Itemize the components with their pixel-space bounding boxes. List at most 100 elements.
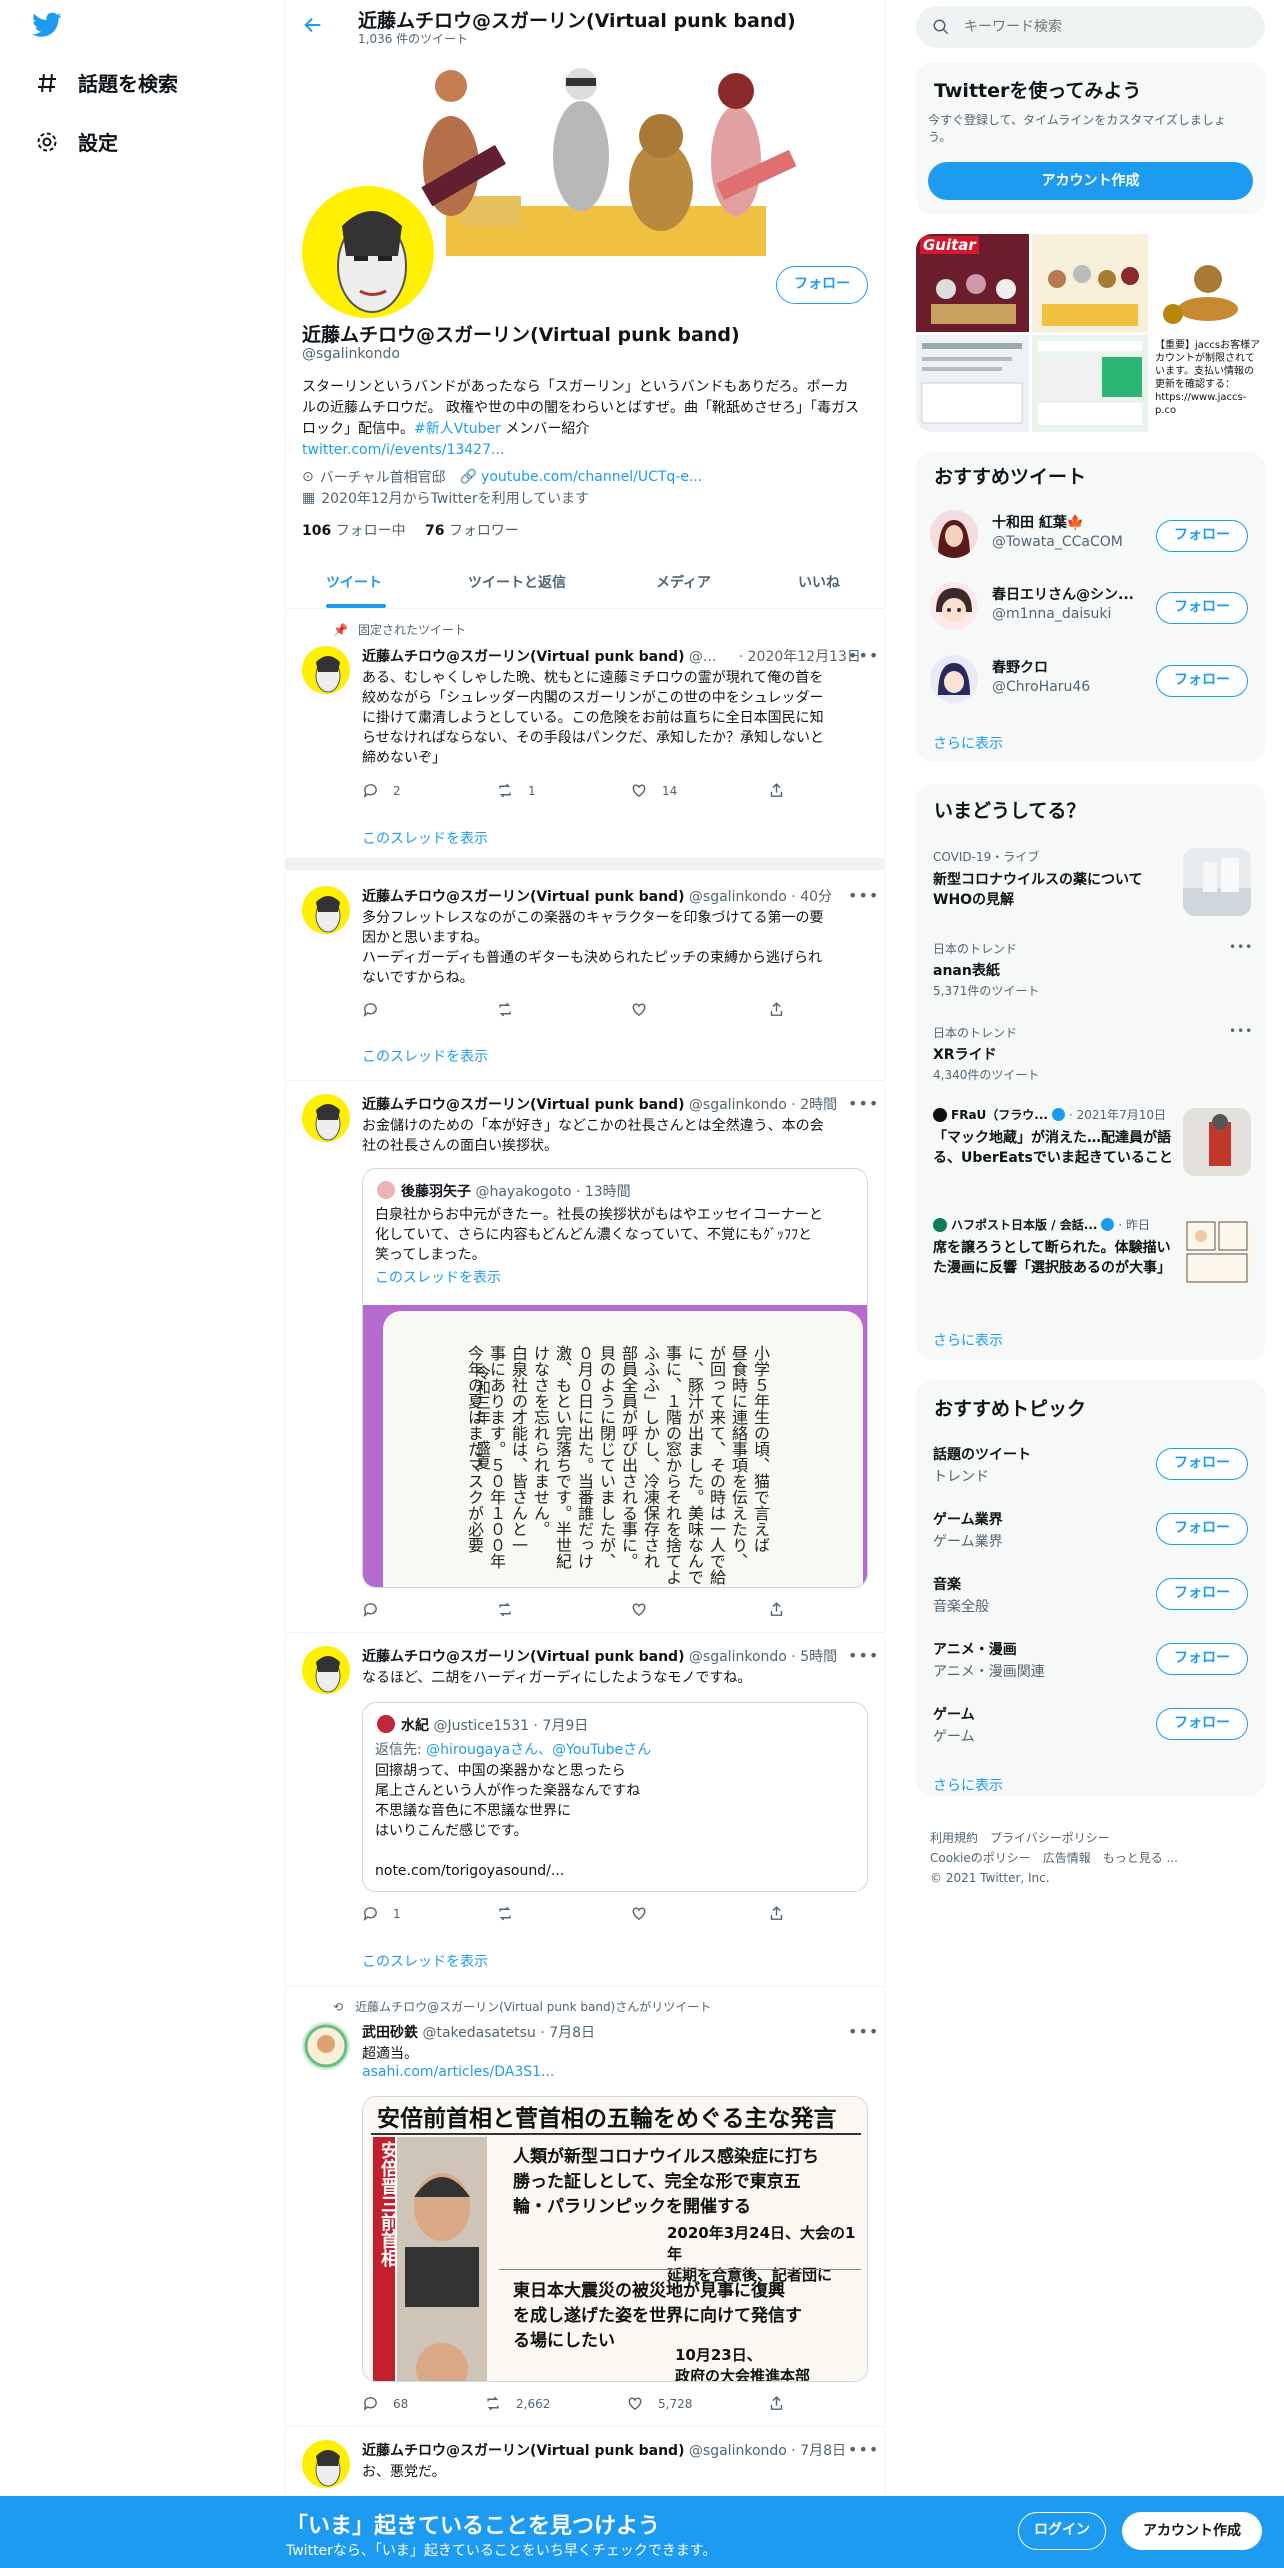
tweet-time[interactable]: · 7月8日 <box>540 2025 595 2041</box>
tab-tweets-replies[interactable]: ツイートと返信 <box>468 572 566 592</box>
trend-item[interactable]: FRaU（フラウ... · 2021年7月10日 「マック地蔵」が消えた…配達員… <box>933 1106 1253 1190</box>
tweet-author-handle[interactable]: @takedasatetsu <box>422 2025 535 2041</box>
retweet-button[interactable] <box>496 1905 528 1922</box>
topic-follow-button[interactable]: フォロー <box>1156 1513 1248 1545</box>
rec-tweets-more-link[interactable]: さらに表示 <box>933 733 1003 753</box>
profile-following[interactable]: 106 フォロー中 <box>302 520 406 540</box>
search-input[interactable] <box>964 19 1224 35</box>
login-button[interactable]: ログイン <box>1018 2512 1106 2550</box>
nav-settings[interactable]: 設定 <box>34 127 118 156</box>
topic-follow-button[interactable]: フォロー <box>1156 1448 1248 1480</box>
media-thumb-3[interactable] <box>1151 234 1265 332</box>
topic-item[interactable]: ゲーム ゲーム フォロー <box>933 1704 1253 1760</box>
more-icon[interactable]: ••• <box>848 1094 879 1113</box>
footer-line1[interactable]: 利用規約 プライバシーポリシー <box>930 1828 1178 1848</box>
retweet-button[interactable] <box>496 1001 528 1018</box>
reply-button[interactable]: 68 <box>362 2395 408 2412</box>
quote-tweet[interactable]: 水紀 @Justice1531 · 7月9日 返信先: @hirougayaさん… <box>362 1702 868 1892</box>
more-icon[interactable]: ••• <box>848 886 879 905</box>
tweet-author-name[interactable]: 近藤ムチロウ@スガーリン(Virtual punk band) <box>362 649 684 665</box>
footer-links[interactable]: 利用規約 プライバシーポリシー Cookieのポリシー 広告情報 もっと見る .… <box>930 1828 1178 1888</box>
topic-item[interactable]: 話題のツイート トレンド フォロー <box>933 1444 1253 1500</box>
tweet-time[interactable]: · 5時間 <box>791 1649 837 1665</box>
retweet-button[interactable]: 2,662 <box>484 2395 550 2412</box>
tweet-author-handle[interactable]: @sgalinkondo <box>689 1097 787 1113</box>
share-button[interactable] <box>768 1905 799 1922</box>
topics-more-link[interactable]: さらに表示 <box>933 1775 1003 1795</box>
like-button[interactable] <box>630 1905 662 1922</box>
retweet-button[interactable]: 1 <box>496 782 536 799</box>
rec-user-follow-button[interactable]: フォロー <box>1156 665 1248 697</box>
like-button[interactable] <box>630 1001 662 1018</box>
topic-item[interactable]: ゲーム業界 ゲーム業界 フォロー <box>933 1509 1253 1565</box>
bottom-signup-button[interactable]: アカウント作成 <box>1122 2512 1262 2550</box>
topic-item[interactable]: アニメ・漫画 アニメ・漫画関連 フォロー <box>933 1639 1253 1695</box>
twitter-logo-icon[interactable] <box>32 12 62 38</box>
topic-follow-button[interactable]: フォロー <box>1156 1643 1248 1675</box>
more-icon[interactable]: ••• <box>1229 940 1253 954</box>
profile-follow-button[interactable]: フォロー <box>776 266 868 304</box>
share-button[interactable] <box>768 782 799 799</box>
signup-button[interactable]: アカウント作成 <box>928 162 1253 200</box>
more-icon[interactable]: ••• <box>848 2440 879 2459</box>
trend-item[interactable]: 日本のトレンド anan表紙 5,371件のツイート ••• <box>933 940 1253 1000</box>
rec-user-row[interactable]: 十和田 紅葉🍁 @Towata_CCaCOM フォロー <box>930 508 1260 568</box>
tweet-author-handle[interactable]: @... <box>689 649 716 665</box>
rec-user-follow-button[interactable]: フォロー <box>1156 520 1248 552</box>
reply-button[interactable]: 1 <box>362 1905 401 1922</box>
avatar[interactable] <box>302 1646 350 1694</box>
tweet-author-handle[interactable]: @sgalinkondo <box>689 1649 787 1665</box>
media-thumb-1[interactable]: Guitar <box>916 234 1029 332</box>
tweet-time[interactable]: · 2時間 <box>791 1097 837 1113</box>
media-thumb-2[interactable] <box>1032 234 1148 332</box>
retweet-context[interactable]: 近藤ムチロウ@スガーリン(Virtual punk band)さんがリツイート <box>355 1998 711 2015</box>
like-button[interactable] <box>630 1601 662 1618</box>
nav-explore[interactable]: 話題を検索 <box>34 68 178 97</box>
topic-follow-button[interactable]: フォロー <box>1156 1708 1248 1740</box>
show-thread-link[interactable]: このスレッドを表示 <box>362 1046 488 1066</box>
more-icon[interactable]: ••• <box>1229 1024 1253 1038</box>
tweet-author-handle[interactable]: @sgalinkondo <box>689 2443 787 2459</box>
quote-tweet[interactable]: 後藤羽矢子 @hayakogoto · 13時間 白泉社からお中元がきたー。社長… <box>362 1168 868 1588</box>
rec-user-follow-button[interactable]: フォロー <box>1156 592 1248 624</box>
like-button[interactable]: 14 <box>630 782 677 799</box>
tab-likes[interactable]: いいね <box>798 572 840 592</box>
bio-link[interactable]: twitter.com/i/events/13427... <box>302 442 504 458</box>
tweet-time[interactable]: · 2020年12月13日 <box>739 649 861 665</box>
tweet-author-name[interactable]: 近藤ムチロウ@スガーリン(Virtual punk band) <box>362 2443 684 2459</box>
news-image[interactable]: 安倍前首相と菅首相の五輪をめぐる主な発言 安倍晋三前首相 人類が新型コロナウイル… <box>362 2096 868 2382</box>
reply-button[interactable]: 2 <box>362 782 401 799</box>
like-button[interactable]: 5,728 <box>626 2395 692 2412</box>
tweet-author-name[interactable]: 武田砂鉄 <box>362 2025 418 2041</box>
media-notice[interactable]: 【重要】jaccsお客様アカウントが制限されています。支払い情報の更新を確認する… <box>1151 335 1265 432</box>
avatar[interactable] <box>302 1094 350 1142</box>
tab-media[interactable]: メディア <box>656 572 711 592</box>
topic-follow-button[interactable]: フォロー <box>1156 1578 1248 1610</box>
avatar[interactable] <box>302 886 350 934</box>
profile-avatar[interactable] <box>298 182 438 322</box>
tweet-link[interactable]: asahi.com/articles/DA3S1... <box>362 2064 554 2080</box>
tweet-author-name[interactable]: 近藤ムチロウ@スガーリン(Virtual punk band) <box>362 1097 684 1113</box>
retweet-button[interactable] <box>496 1601 528 1618</box>
quote-reply-to[interactable]: @hirougayaさん、@YouTubeさん <box>426 1742 651 1758</box>
share-button[interactable] <box>768 2395 799 2412</box>
back-arrow-icon[interactable] <box>302 14 326 38</box>
trend-item[interactable]: COVID-19・ライブ 新型コロナウイルスの薬についてWHOの見解 <box>933 848 1253 918</box>
media-grid[interactable]: Guitar 【重要】jaccsお客様アカウントが制限されています。支払い情報の… <box>916 234 1265 432</box>
trend-item[interactable]: 日本のトレンド XRライド 4,340件のツイート ••• <box>933 1024 1253 1084</box>
topic-item[interactable]: 音楽 音楽全般 フォロー <box>933 1574 1253 1630</box>
reply-button[interactable] <box>362 1601 393 1618</box>
media-thumb-5[interactable] <box>1032 335 1148 432</box>
tweet-author-handle[interactable]: @sgalinkondo <box>689 889 787 905</box>
trend-item[interactable]: ハフポスト日本版 / 会話... · 昨日 席を譲ろうとして断られた。体験描いた… <box>933 1216 1253 1300</box>
search-box[interactable] <box>916 6 1265 48</box>
tab-tweets[interactable]: ツイート <box>326 572 382 592</box>
rec-user-row[interactable]: 春日エリさん@シン... @m1nna_daisuki フォロー <box>930 580 1260 640</box>
tweet-author-name[interactable]: 近藤ムチロウ@スガーリン(Virtual punk band) <box>362 1649 684 1665</box>
tweet-time[interactable]: · 40分 <box>791 889 832 905</box>
bio-hashtag-link[interactable]: #新人Vtuber <box>414 421 501 437</box>
avatar[interactable] <box>302 2440 350 2488</box>
avatar[interactable] <box>302 646 350 694</box>
footer-line2[interactable]: Cookieのポリシー 広告情報 もっと見る ... <box>930 1848 1178 1868</box>
trends-more-link[interactable]: さらに表示 <box>933 1330 1003 1350</box>
